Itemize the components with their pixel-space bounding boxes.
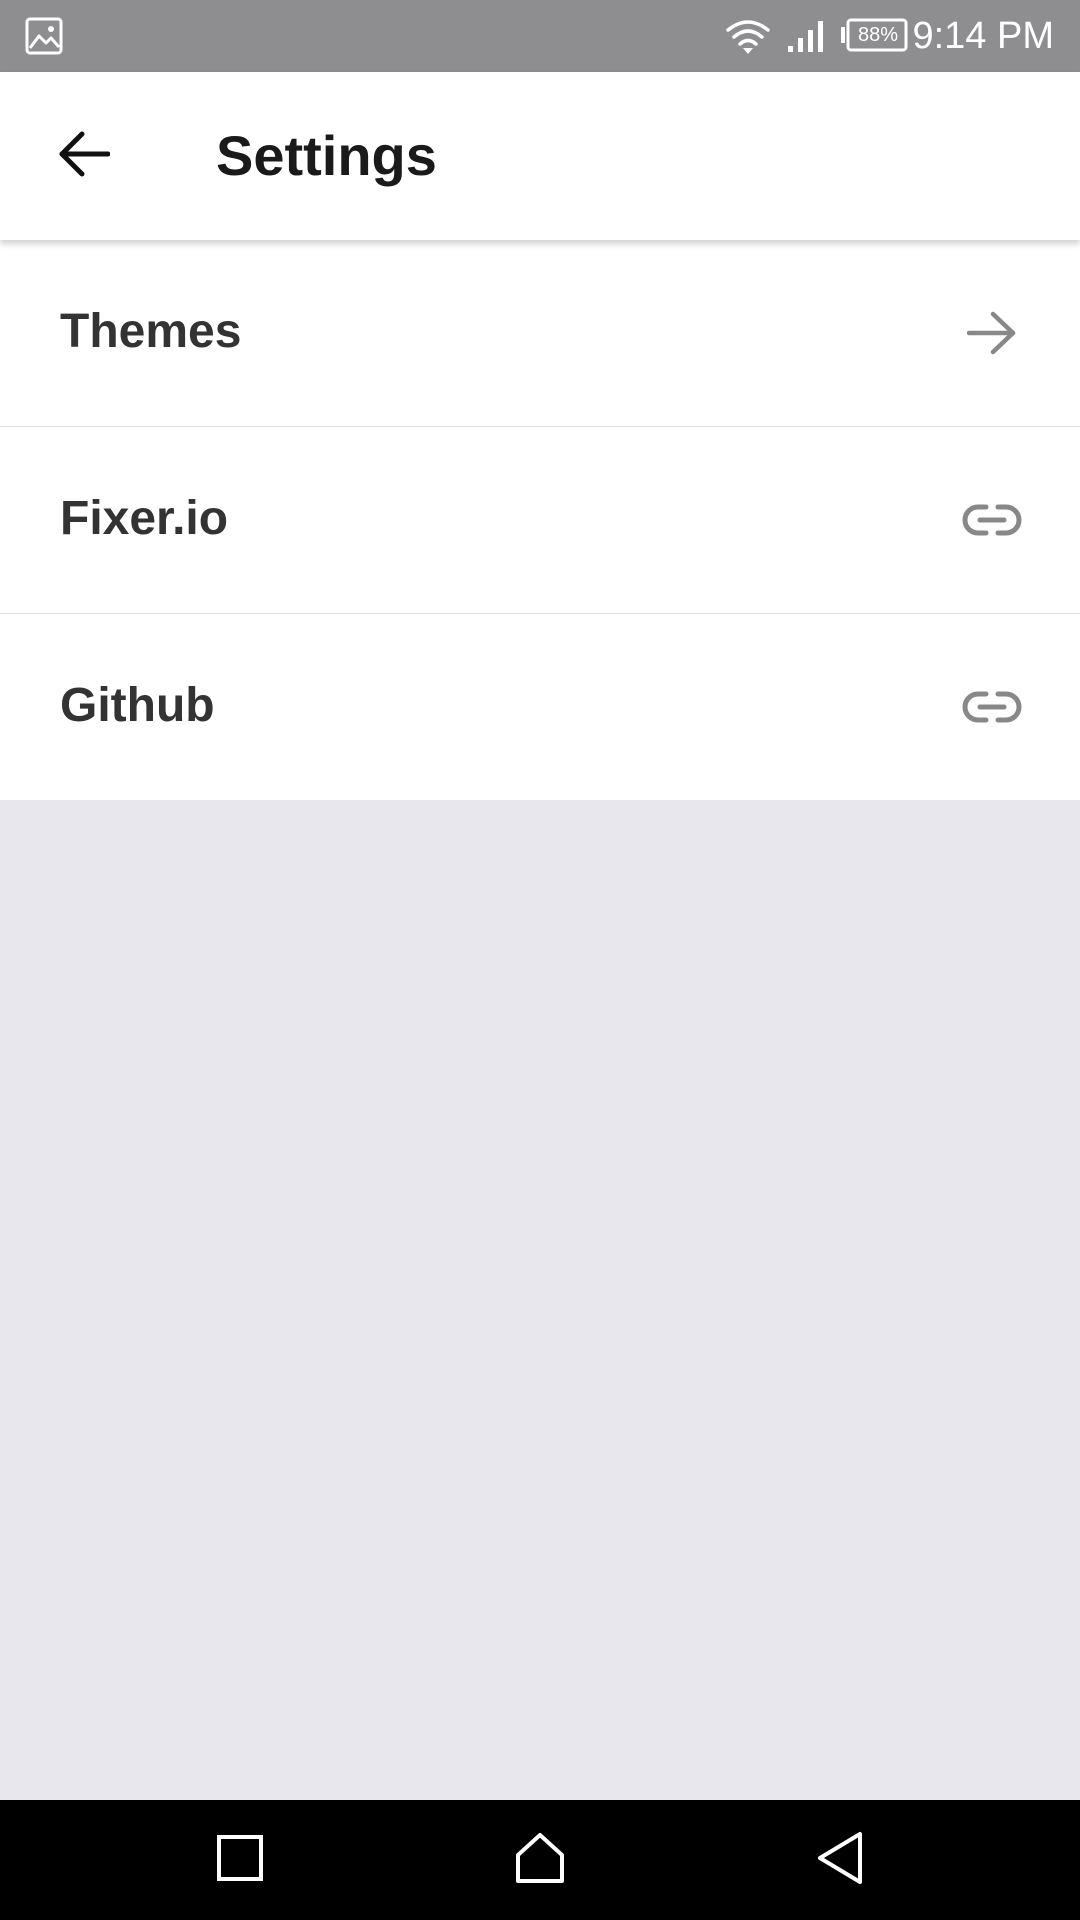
recents-button[interactable] [200,1820,280,1900]
wifi-icon [724,16,772,56]
link-icon [960,679,1024,735]
navigation-bar [0,1800,1080,1920]
settings-item-github[interactable]: Github [0,614,1080,800]
home-icon [515,1832,565,1889]
nav-back-button[interactable] [800,1820,880,1900]
link-icon [960,492,1024,548]
gallery-icon [24,16,64,56]
arrow-back-icon [58,131,111,182]
battery-level: 88% [857,24,899,46]
settings-item-fixer-io[interactable]: Fixer.io [0,427,1080,614]
signal-icon [786,18,826,54]
triangle-back-icon [816,1831,864,1890]
arrow-forward-icon [960,305,1024,361]
status-time: 9:14 PM [912,15,1054,57]
settings-item-label: Github [60,679,215,732]
settings-item-label: Fixer.io [60,492,229,545]
status-bar: 88% 9:14 PM [0,0,1080,72]
home-button[interactable] [500,1820,580,1900]
page-title: Settings [216,124,437,187]
settings-item-label: Themes [60,305,242,358]
app-bar: Settings [0,72,1080,240]
square-recents-icon [216,1834,264,1887]
settings-item-themes[interactable]: Themes [0,240,1080,427]
settings-list: Themes Fixer.io Github [0,240,1080,800]
battery-indicator: 88% [840,18,908,52]
back-button[interactable] [40,116,128,196]
